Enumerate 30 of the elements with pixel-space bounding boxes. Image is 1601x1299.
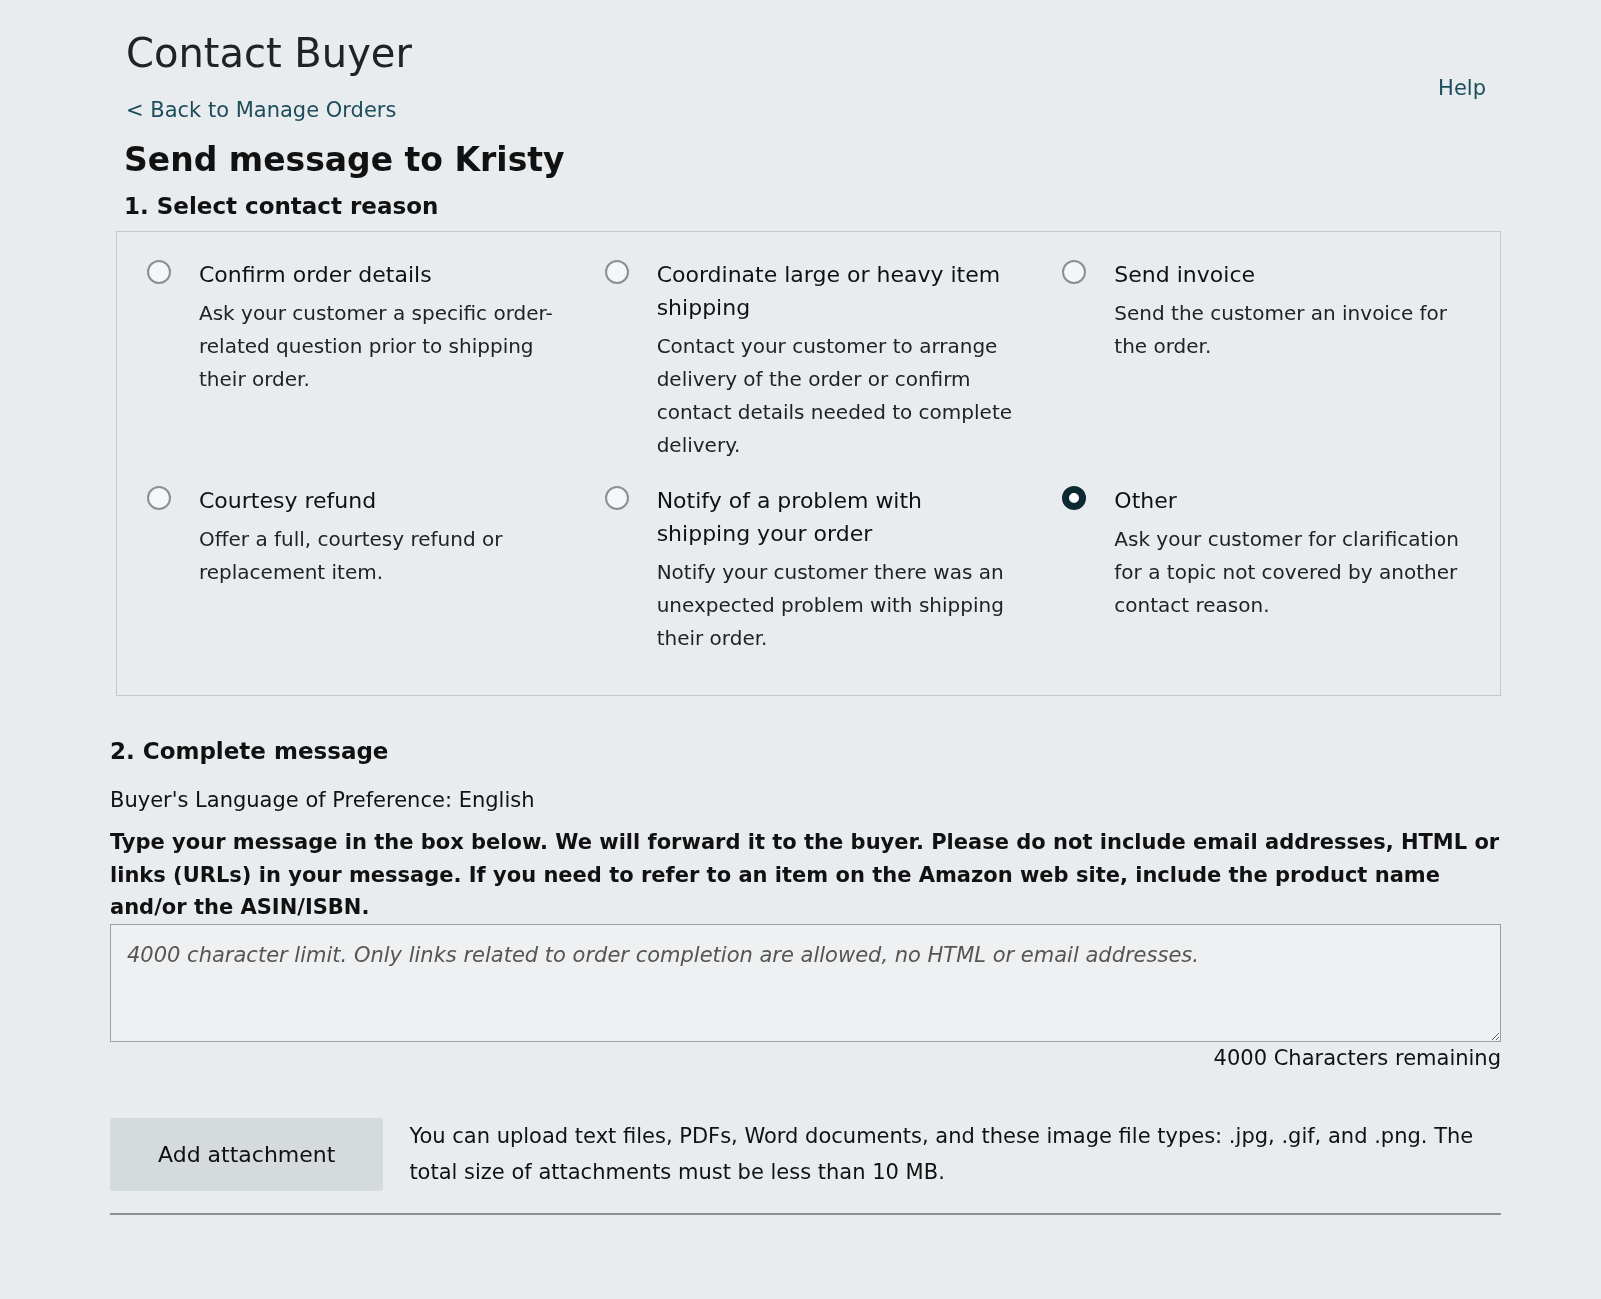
radio-button[interactable] <box>604 486 629 510</box>
option-description: Contact your customer to arrange delivery of the order or confirm contact details needed to complete delivery. <box>656 333 1013 459</box>
option-description: Send the customer an invoice for the order. <box>1114 300 1449 360</box>
option-description: Notify your customer there was an unexpected problem with shipping their order. <box>656 559 1005 652</box>
radio-button[interactable] <box>1062 260 1087 284</box>
radio-button[interactable] <box>604 260 629 284</box>
character-counter: 4000 Characters remaining <box>1212 1045 1501 1070</box>
option-description: Ask your customer for clarification for a topic not covered by another contact reason. <box>1114 526 1460 619</box>
option-label: Other <box>1114 487 1178 515</box>
attachment-note: You can upload text files, PDFs, Word documents, and these image file types: .jpg, .gif, and .png. The total size of attachments must be less than 10 MB. <box>409 1122 1475 1187</box>
add-attachment-button[interactable]: Add attachment <box>110 1117 384 1191</box>
option-label: Courtesy refund <box>199 487 378 515</box>
step-heading: 2. Complete message <box>110 738 390 764</box>
option-label: Coordinate large or heavy item shipping <box>656 261 1002 322</box>
page-title: Contact Buyer <box>126 30 413 76</box>
option-description: Ask your customer a specific order-related question prior to shipping their order. <box>199 300 554 393</box>
option-label: Confirm order details <box>199 261 433 289</box>
back-link[interactable]: < Back to Manage Orders <box>126 98 397 122</box>
option-label: Notify of a problem with shipping your order <box>656 487 924 548</box>
instruction-text: Type your message in the box below. We will forward it to the buyer. Please do not include email addresses, HTML or links (URLs) in your message. If you need to refer to an item on the Amazon web site, include the product name and/or the ASIN/ISBN. <box>110 829 1501 922</box>
message-field[interactable]: 4000 character limit. Only links related to order completion are allowed, no HTML or email addresses. <box>110 923 1501 1042</box>
option-label: Send invoice <box>1114 261 1256 289</box>
radio-button[interactable] <box>147 486 171 510</box>
section-heading: Send message to Kristy <box>124 140 566 179</box>
help-link[interactable]: Help <box>1438 76 1486 100</box>
option-description: Offer a full, courtesy refund or replacement item. <box>199 526 504 586</box>
language-text: Buyer's Language of Preference: English <box>110 788 536 812</box>
radio-button[interactable] <box>1062 486 1087 510</box>
radio-button[interactable] <box>147 260 171 284</box>
step-heading: 1. Select contact reason <box>124 193 440 219</box>
